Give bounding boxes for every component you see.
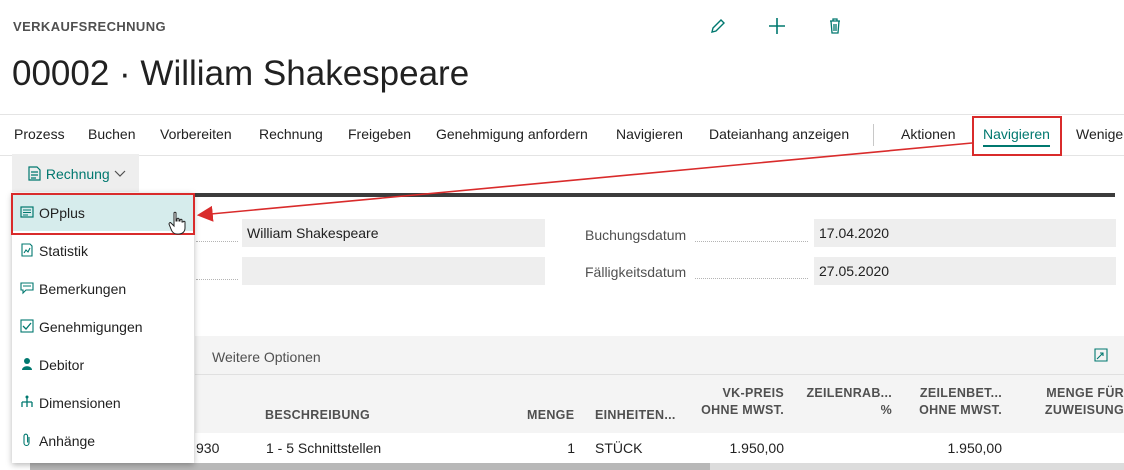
- annotation-arrow: [196, 142, 973, 222]
